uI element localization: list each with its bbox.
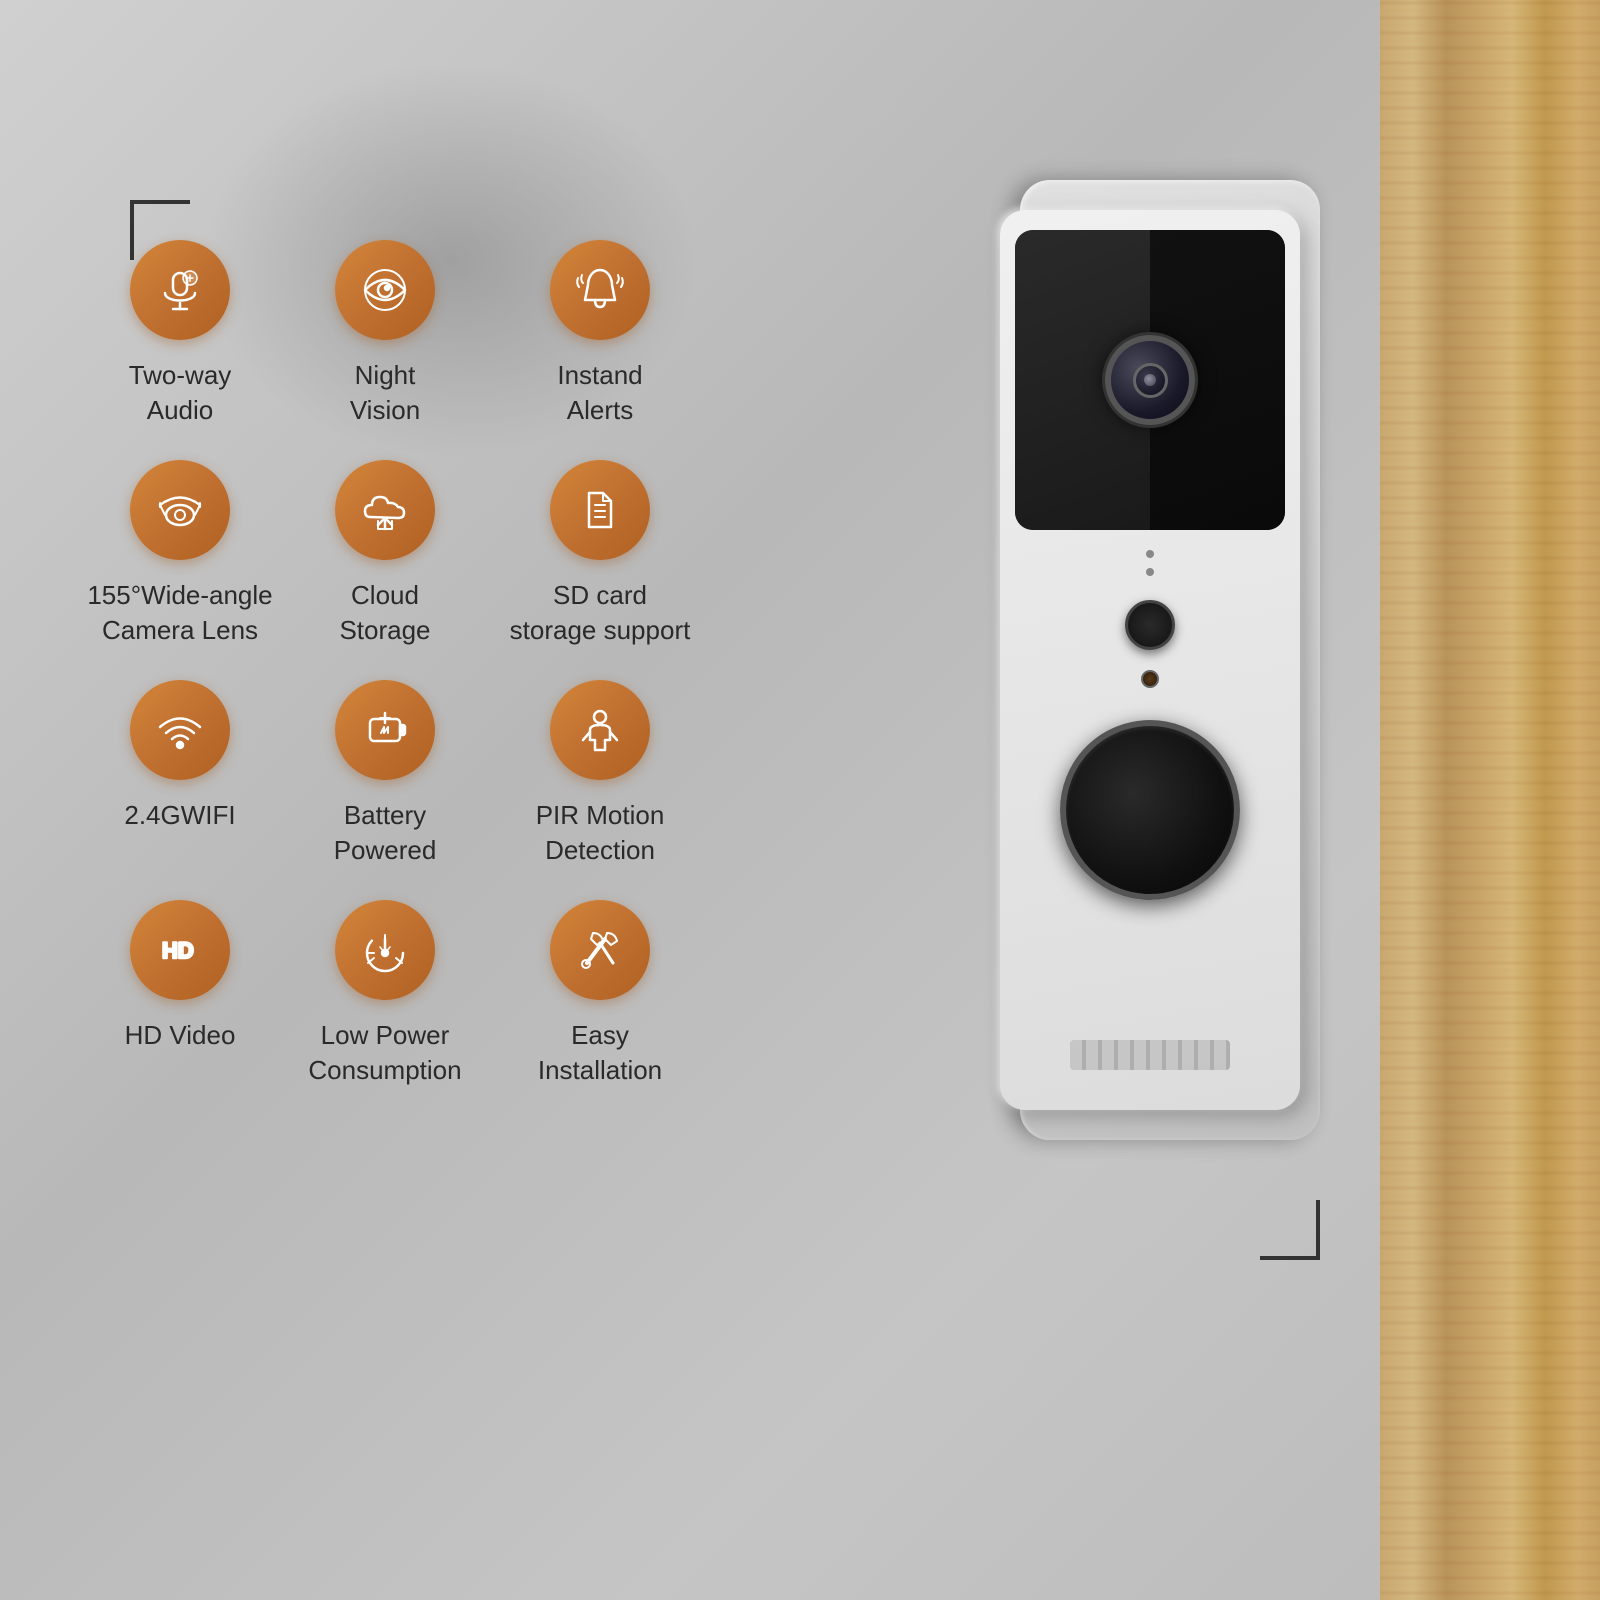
instant-alerts-label: Instand Alerts — [557, 358, 642, 428]
wide-angle-icon-circle — [130, 460, 230, 560]
cloud-storage-icon-circle — [335, 460, 435, 560]
easy-install-icon-circle — [550, 900, 650, 1000]
low-power-icon-circle — [335, 900, 435, 1000]
feature-wifi: 2.4GWIFI — [80, 670, 280, 890]
bell-icon — [575, 265, 625, 315]
feature-wide-angle: 155°Wide-angle Camera Lens — [80, 450, 280, 670]
wifi-label: 2.4GWIFI — [124, 798, 235, 833]
cloud-icon — [360, 485, 410, 535]
feature-easy-install: Easy Installation — [490, 890, 710, 1110]
camera-section — [1015, 230, 1285, 530]
ir-sensor — [1141, 670, 1159, 688]
microphone-icon — [155, 265, 205, 315]
gauge-icon — [360, 925, 410, 975]
feature-low-power: Low Power Consumption — [280, 890, 490, 1110]
person-icon — [575, 705, 625, 755]
doorbell-main-button[interactable] — [1060, 720, 1240, 900]
features-grid: Two-way Audio Night Vision Instand Alert — [80, 230, 710, 1110]
corner-bracket-bottom-right — [1260, 1200, 1320, 1260]
instant-alerts-icon-circle — [550, 240, 650, 340]
cloud-storage-label: Cloud Storage — [339, 578, 430, 648]
feature-hd-video: HD HD Video — [80, 890, 280, 1110]
doorbell-body — [1000, 210, 1300, 1110]
pir-motion-icon-circle — [550, 680, 650, 780]
doorbell-bottom-grille — [1070, 1040, 1230, 1070]
wifi-icon-circle — [130, 680, 230, 780]
camera-wide-icon — [155, 485, 205, 535]
wrench-icon — [575, 925, 625, 975]
hd-video-label: HD Video — [125, 1018, 236, 1053]
feature-night-vision: Night Vision — [280, 230, 490, 450]
wood-grain-texture — [1380, 0, 1600, 1600]
sd-card-icon — [575, 485, 625, 535]
sd-card-label: SD card storage support — [510, 578, 691, 648]
camera-lens — [1105, 335, 1195, 425]
battery-label: Battery Powered — [334, 798, 437, 868]
wifi-icon — [155, 705, 205, 755]
battery-icon — [360, 705, 410, 755]
battery-icon-circle — [335, 680, 435, 780]
doorbell-speaker-button[interactable] — [1125, 600, 1175, 650]
feature-instant-alerts: Instand Alerts — [490, 230, 710, 450]
night-vision-label: Night Vision — [350, 358, 420, 428]
feature-battery: Battery Powered — [280, 670, 490, 890]
hd-icon: HD — [155, 925, 205, 975]
night-vision-icon-circle — [335, 240, 435, 340]
camera-lens-center — [1144, 374, 1156, 386]
feature-pir-motion: PIR Motion Detection — [490, 670, 710, 890]
pir-motion-label: PIR Motion Detection — [536, 798, 665, 868]
feature-two-way-audio: Two-way Audio — [80, 230, 280, 450]
wood-panel — [1380, 0, 1600, 1600]
hd-video-icon-circle: HD — [130, 900, 230, 1000]
doorbell-device — [1000, 180, 1340, 1160]
svg-text:HD: HD — [162, 938, 194, 963]
eye-icon — [360, 265, 410, 315]
two-way-audio-label: Two-way Audio — [129, 358, 232, 428]
dots-indicator — [1146, 550, 1154, 576]
doorbell-speaker-button-area[interactable] — [1125, 600, 1175, 650]
feature-cloud-storage: Cloud Storage — [280, 450, 490, 670]
sd-card-icon-circle — [550, 460, 650, 560]
dot-2 — [1146, 568, 1154, 576]
wide-angle-label: 155°Wide-angle Camera Lens — [87, 578, 272, 648]
dot-1 — [1146, 550, 1154, 558]
low-power-label: Low Power Consumption — [308, 1018, 461, 1088]
camera-lens-inner — [1133, 363, 1168, 398]
easy-install-label: Easy Installation — [538, 1018, 662, 1088]
feature-sd-card: SD card storage support — [490, 450, 710, 670]
two-way-audio-icon-circle — [130, 240, 230, 340]
